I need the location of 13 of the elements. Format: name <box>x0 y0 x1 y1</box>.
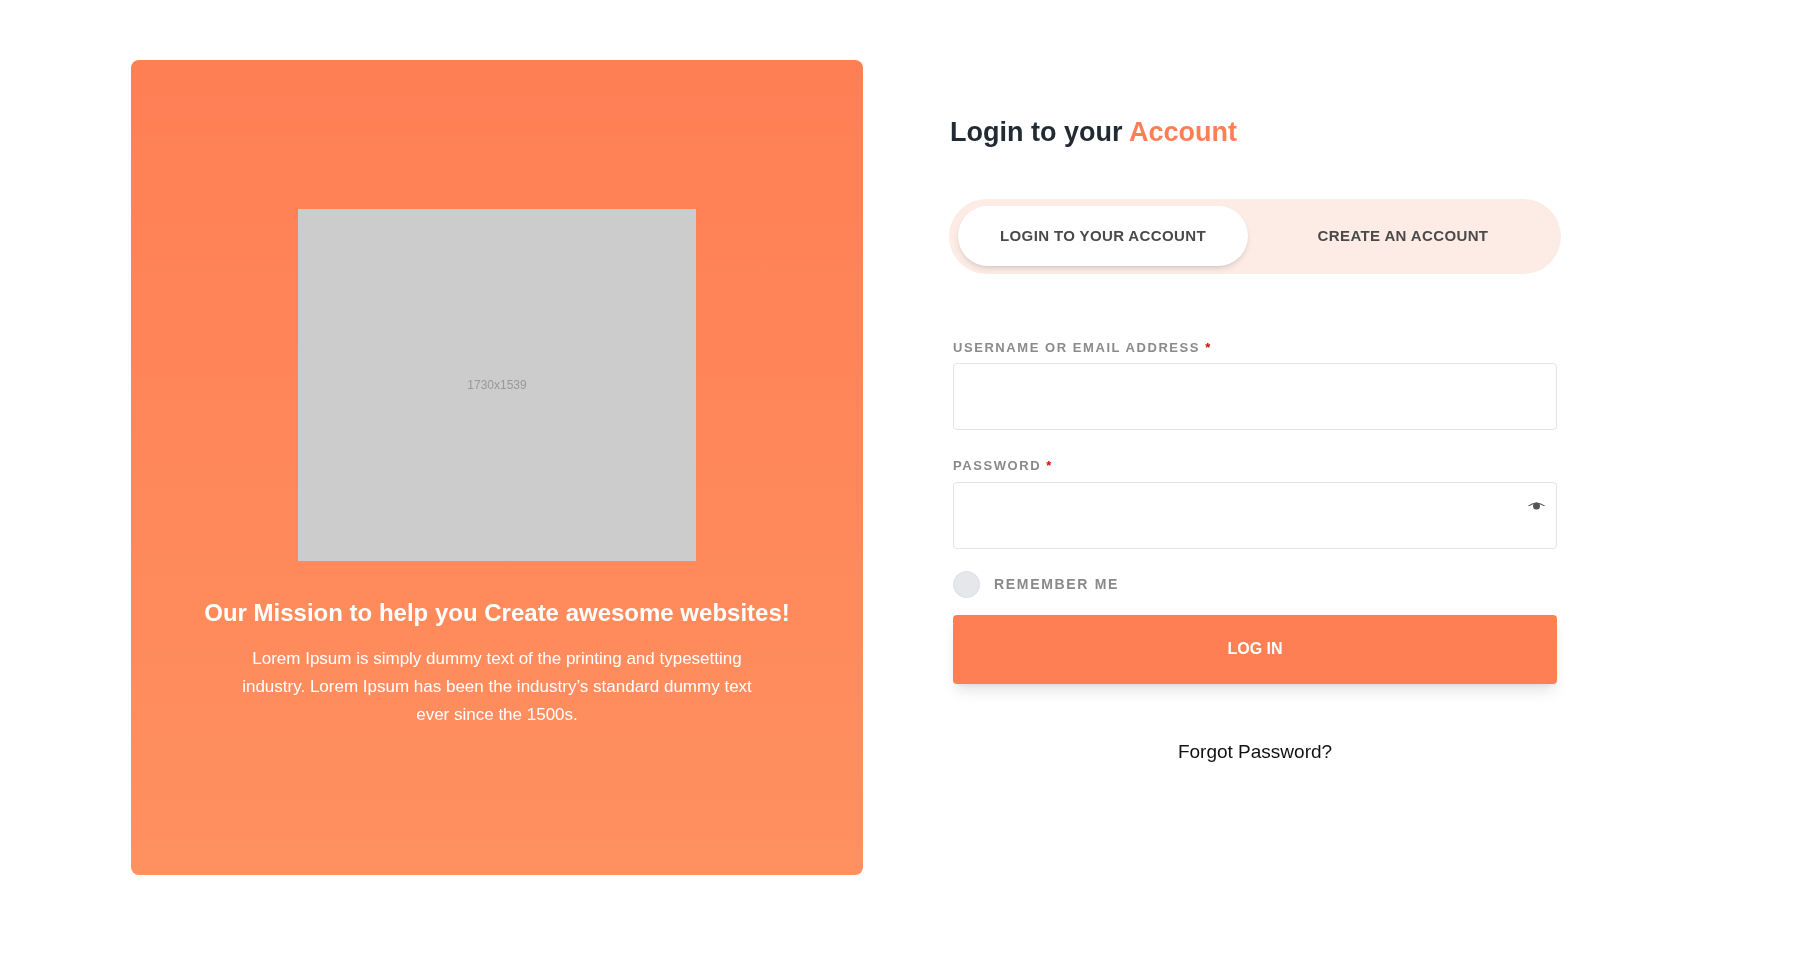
field-label: USERNAME OR EMAIL ADDRESS * <box>953 338 1213 357</box>
remember-checkbox[interactable] <box>953 570 980 598</box>
tab[interactable]: CREATE AN ACCOUNT <box>1254 206 1552 266</box>
eye-icon[interactable] <box>1527 500 1546 511</box>
tab[interactable]: LOGIN TO YOUR ACCOUNT <box>958 206 1248 266</box>
page-heading: Login to your Account <box>950 116 1238 149</box>
forgot-password-link[interactable]: Forgot Password? <box>1177 737 1333 766</box>
promo-text: Lorem Ipsum is simply dummy text of the printing and typesetting industry. Lorem Ipsum has been the industry’s standard dummy text ever since the 1500s. <box>241 648 753 726</box>
promo-title: Our Mission to help you Create awesome websites! <box>204 598 790 628</box>
remember-label: REMEMBER ME <box>994 574 1120 594</box>
field-label: PASSWORD * <box>953 457 1054 475</box>
password-field[interactable] <box>953 481 1557 549</box>
username-field[interactable] <box>953 363 1557 430</box>
